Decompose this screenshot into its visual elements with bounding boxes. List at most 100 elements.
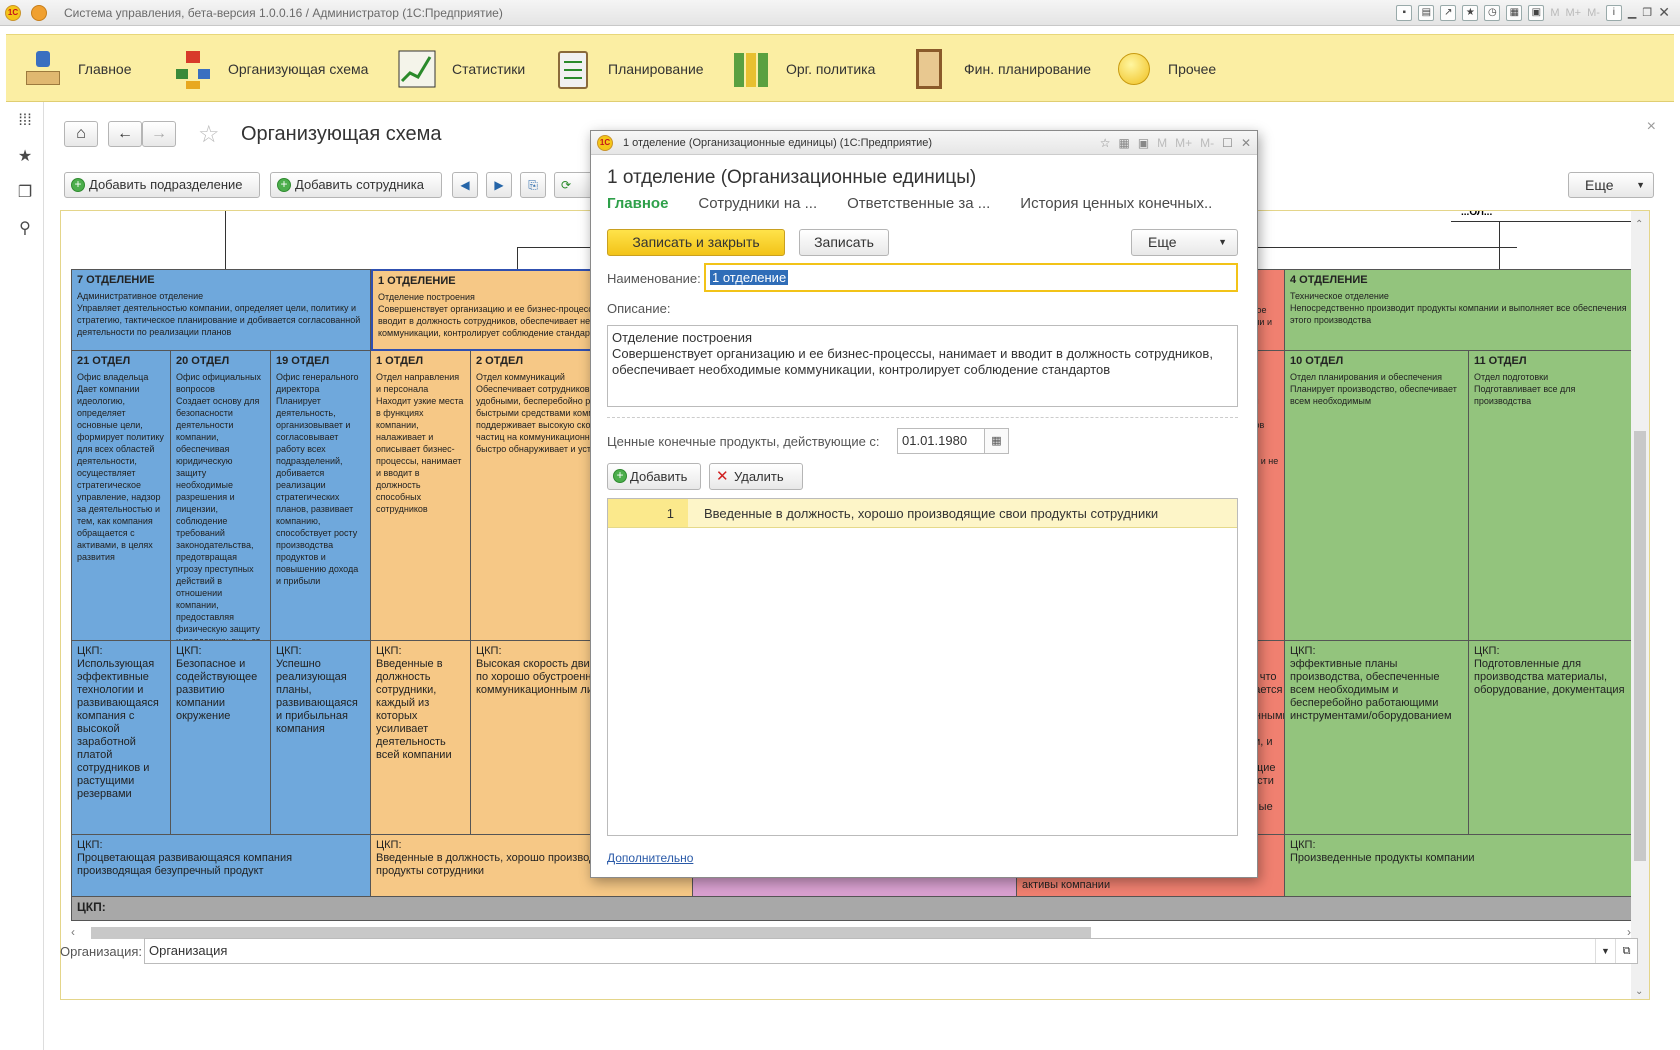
department-card[interactable]: 21 ОТДЕЛ Офис владельца Дает компании иде… — [71, 351, 171, 641]
refresh-button[interactable]: ⟳ — [554, 172, 594, 198]
department-title: 11 ОТДЕЛ — [1474, 355, 1527, 367]
close-form-icon[interactable]: × — [1647, 118, 1656, 136]
division-card[interactable]: 7 ОТДЕЛЕНИЕ Административное отделение У… — [71, 269, 371, 351]
department-card[interactable]: 20 ОТДЕЛ Офис официальных вопросов Создае… — [171, 351, 271, 641]
section-label: Планирование — [608, 61, 704, 77]
tab-main[interactable]: Главное — [607, 195, 668, 212]
tab-ckp-history[interactable]: История ценных конечных.. — [1020, 195, 1212, 212]
history-icon[interactable]: ◷ — [1484, 4, 1501, 21]
search-icon[interactable]: ⚲ — [16, 220, 34, 238]
vertical-scrollbar[interactable]: ⌃ ⌄ — [1631, 211, 1649, 999]
save-and-close-button[interactable]: Записать и закрыть — [607, 229, 785, 256]
restore-icon[interactable]: ❐ — [1642, 6, 1652, 19]
more-button[interactable]: Еще ▼ — [1131, 229, 1238, 256]
more-button[interactable]: Еще ▼ — [1568, 172, 1654, 198]
ckp-date-input[interactable]: 01.01.1980 — [897, 428, 985, 454]
section-label: Прочее — [1168, 61, 1217, 77]
section-main[interactable]: Главное — [22, 35, 132, 103]
add-row-button[interactable]: + Добавить — [607, 463, 701, 490]
additional-link[interactable]: Дополнительно — [607, 851, 693, 865]
organization-label: Организация: — [60, 944, 143, 959]
name-label: Наименование: — [607, 271, 701, 286]
add-division-button[interactable]: + Добавить подразделение — [64, 172, 260, 198]
memory-plus[interactable]: M+ — [1566, 7, 1582, 19]
section-planning[interactable]: Планирование — [552, 35, 704, 103]
memory-minus[interactable]: M- — [1200, 131, 1214, 155]
history-icon[interactable]: ❐ — [16, 184, 34, 202]
link-icon[interactable]: ↗ — [1440, 4, 1457, 21]
department-card[interactable]: 11 ОТДЕЛ Отдел подготовки Подготавливает … — [1469, 351, 1633, 641]
app-logo-icon: 1С — [597, 135, 613, 151]
button-label: Добавить сотрудника — [295, 177, 424, 192]
section-fin-planning[interactable]: Фин. планирование — [908, 35, 1091, 103]
description-textarea[interactable]: Отделение построения Совершенствует орга… — [607, 325, 1238, 407]
favorites-icon[interactable]: ★ — [16, 148, 34, 166]
link-icon[interactable]: ☆ — [1100, 131, 1111, 155]
export-button[interactable]: ⎘ — [520, 172, 546, 198]
department-text: Отдел планирования и обеспечения Планиру… — [1290, 372, 1457, 406]
department-card[interactable]: 1 ОТДЕЛ Отдел направления и персонала Нах… — [371, 351, 471, 641]
row-number: 1 — [608, 499, 688, 527]
add-employee-button[interactable]: + Добавить сотрудника — [270, 172, 442, 198]
memory-m[interactable]: M — [1157, 131, 1167, 155]
scroll-up-icon[interactable]: ⌃ — [1635, 219, 1643, 230]
print-icon[interactable]: ▤ — [1418, 4, 1435, 21]
ckp-table[interactable]: 1 Введенные в должность, хорошо производ… — [607, 498, 1238, 836]
memory-minus[interactable]: M- — [1587, 7, 1600, 19]
connector-line — [225, 211, 226, 269]
back-button[interactable]: ← — [108, 121, 142, 147]
titlebar-tools: ▪ ▤ ↗ ★ ◷ ▦ ▣ M M+ M- i ▁ ❐ ✕ — [1396, 4, 1670, 21]
organization-field[interactable]: Организация ▼ ⧉ — [144, 938, 1638, 964]
scroll-down-icon[interactable]: ⌄ — [1635, 986, 1643, 997]
row-text: Введенные в должность, хорошо производящ… — [704, 506, 1159, 521]
department-ckp: ЦКП: Использующая эффективные технологии… — [71, 641, 171, 835]
dropdown-icon[interactable]: ▼ — [1595, 939, 1615, 963]
section-statistics[interactable]: Статистики — [396, 35, 525, 103]
department-card[interactable]: 10 ОТДЕЛ Отдел планирования и обеспечения… — [1285, 351, 1469, 641]
tab-employees[interactable]: Сотрудники на ... — [698, 195, 817, 212]
calendar-icon[interactable]: ▦ — [985, 428, 1009, 454]
memory-m[interactable]: M — [1550, 7, 1559, 19]
plus-icon: + — [277, 178, 291, 192]
section-org-schema[interactable]: Организующая схема — [172, 35, 368, 103]
division-card[interactable]: 4 ОТДЕЛЕНИЕ Техническое отделение Непоср… — [1285, 269, 1633, 351]
modal-tabs: Главное Сотрудники на ... Ответственные … — [607, 195, 1212, 212]
minimize-icon[interactable]: ▁ — [1628, 6, 1636, 19]
home-button[interactable]: ⌂ — [64, 121, 98, 147]
tab-responsible[interactable]: Ответственные за ... — [847, 195, 990, 212]
button-label: Добавить — [630, 469, 688, 484]
calculator-icon[interactable]: ▦ — [1506, 4, 1523, 21]
save-icon[interactable]: ▪ — [1396, 4, 1413, 21]
division-text: Техническое отделение Непосредственно пр… — [1290, 291, 1627, 325]
ckp-date-label: Ценные конечные продукты, действующие с: — [607, 434, 880, 449]
top-fragment: ...ОЛ... — [1461, 210, 1493, 218]
move-right-button[interactable]: ▶ — [486, 172, 512, 198]
move-left-button[interactable]: ◀ — [452, 172, 478, 198]
save-button[interactable]: Записать — [799, 229, 889, 256]
forward-button[interactable]: → — [142, 121, 176, 147]
open-icon[interactable]: ⧉ — [1615, 939, 1637, 963]
calculator-icon[interactable]: ▦ — [1118, 131, 1129, 155]
delete-row-button[interactable]: ✕ Удалить — [709, 463, 803, 490]
main-menu-icon[interactable] — [31, 5, 47, 21]
department-card[interactable]: 19 ОТДЕЛ Офис генерального директора План… — [271, 351, 371, 641]
maximize-icon[interactable]: ☐ — [1222, 131, 1233, 155]
calendar-icon[interactable]: ▣ — [1528, 4, 1545, 21]
favorites-icon[interactable]: ★ — [1462, 4, 1479, 21]
app-logo-icon[interactable]: 1С — [5, 5, 21, 21]
department-title: 21 ОТДЕЛ — [77, 355, 131, 367]
section-org-policy[interactable]: Орг. политика — [730, 35, 875, 103]
close-app-icon[interactable]: ✕ — [1658, 4, 1670, 21]
scroll-left-icon[interactable]: ‹ — [71, 925, 75, 939]
name-input[interactable]: 1 отделение — [704, 263, 1238, 292]
table-row[interactable]: 1 Введенные в должность, хорошо производ… — [608, 499, 1237, 528]
close-modal-icon[interactable]: ✕ — [1241, 131, 1251, 155]
scroll-thumb[interactable] — [1634, 431, 1646, 861]
favorite-star-icon[interactable]: ☆ — [198, 120, 220, 149]
memory-plus[interactable]: M+ — [1175, 131, 1192, 155]
division-text: Административное отделение Управляет дея… — [77, 291, 361, 337]
all-functions-icon[interactable]: ⁞⁞⁞ — [16, 112, 34, 130]
section-other[interactable]: Прочее — [1112, 35, 1216, 103]
calendar-icon[interactable]: ▣ — [1138, 131, 1149, 155]
info-icon[interactable]: i — [1605, 4, 1622, 21]
